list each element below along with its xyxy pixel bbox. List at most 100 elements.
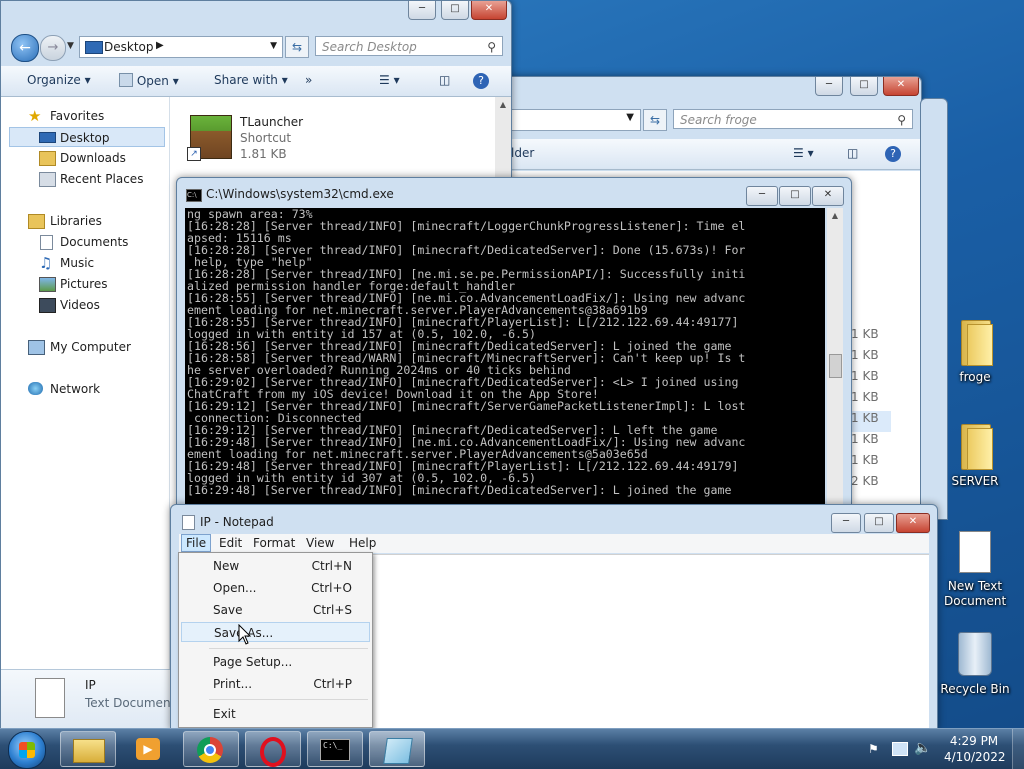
maximize-button[interactable]: □ bbox=[779, 186, 811, 206]
menu-item-new[interactable]: New Ctrl+N bbox=[181, 556, 370, 576]
nav-desktop[interactable]: Desktop bbox=[9, 127, 165, 147]
organize-button[interactable]: Organize ▾ bbox=[27, 73, 91, 87]
help-icon[interactable]: ? bbox=[473, 73, 489, 89]
refresh-icon[interactable]: ⇆ bbox=[643, 109, 667, 131]
address-dropdown-icon[interactable]: ▼ bbox=[270, 41, 277, 51]
close-button[interactable]: ✕ bbox=[812, 186, 844, 206]
menu-item-open[interactable]: Open... Ctrl+O bbox=[181, 578, 370, 598]
desktop-icon-server[interactable]: SERVER bbox=[938, 422, 1012, 488]
menu-item-print[interactable]: Print... Ctrl+P bbox=[181, 674, 370, 694]
view-options-icon[interactable]: ☰ ▾ bbox=[793, 146, 814, 160]
tray-flag-icon[interactable]: ⚑ bbox=[868, 742, 879, 756]
downloads-folder-icon bbox=[39, 151, 56, 166]
help-icon[interactable]: ? bbox=[885, 146, 901, 162]
menu-item-page-setup[interactable]: Page Setup... bbox=[181, 652, 370, 672]
nav-downloads[interactable]: Downloads bbox=[1, 148, 157, 168]
navigation-pane[interactable]: ★ Favorites Desktop Downloads Recent Pla… bbox=[1, 97, 170, 669]
minimize-button[interactable]: ─ bbox=[408, 1, 436, 20]
address-bar[interactable]: Desktop ▶ ▼ bbox=[79, 36, 283, 58]
minimize-button[interactable]: ─ bbox=[746, 186, 778, 206]
menu-separator bbox=[209, 699, 368, 700]
close-button[interactable]: ✕ bbox=[883, 77, 919, 96]
open-button[interactable]: Open ▾ bbox=[119, 73, 179, 88]
nav-libraries[interactable]: Libraries bbox=[1, 211, 157, 231]
desktop-icon bbox=[85, 41, 103, 54]
scroll-thumb[interactable] bbox=[829, 354, 842, 378]
address-bar[interactable]: ▼ bbox=[501, 109, 641, 131]
tray-network-icon[interactable] bbox=[892, 742, 908, 756]
nav-pictures[interactable]: Pictures bbox=[1, 274, 157, 294]
taskbar-chrome[interactable] bbox=[183, 731, 239, 767]
clock-date[interactable]: 4/10/2022 bbox=[944, 750, 1006, 764]
back-button[interactable]: ← bbox=[11, 34, 39, 62]
file-name: TLauncher bbox=[240, 115, 304, 129]
notepad-title: IP - Notepad bbox=[200, 515, 274, 529]
preview-pane-icon[interactable]: ◫ bbox=[439, 73, 450, 87]
preview-pane-icon[interactable]: ◫ bbox=[847, 146, 858, 160]
nav-videos[interactable]: Videos bbox=[1, 295, 157, 315]
more-commands-button[interactable]: » bbox=[305, 73, 312, 87]
forward-button[interactable]: → bbox=[40, 35, 66, 61]
menu-help[interactable]: Help bbox=[345, 534, 380, 552]
taskbar-notepad[interactable] bbox=[369, 731, 425, 767]
desktop-icon-new-text-document[interactable]: New Text Document bbox=[938, 531, 1012, 609]
maximize-button[interactable]: □ bbox=[864, 513, 894, 533]
explorer-folder-icon bbox=[73, 739, 105, 763]
taskbar-media-player[interactable]: ▶ bbox=[121, 731, 177, 767]
menu-edit[interactable]: Edit bbox=[215, 534, 246, 552]
cmd-window[interactable]: C:\ C:\Windows\system32\cmd.exe ─ □ ✕ ng… bbox=[176, 177, 852, 505]
show-desktop-button[interactable] bbox=[1012, 729, 1024, 769]
share-with-button[interactable]: Share with ▾ bbox=[214, 73, 288, 87]
toolbar-partial-label[interactable]: lder bbox=[511, 146, 534, 160]
maximize-button[interactable]: □ bbox=[850, 77, 878, 96]
file-type: Shortcut bbox=[240, 131, 292, 145]
clock-time[interactable]: 4:29 PM bbox=[944, 734, 1004, 748]
console-output[interactable]: ng spawn area: 73% [16:28:28] [Server thr… bbox=[185, 208, 825, 504]
minimize-button[interactable]: ─ bbox=[831, 513, 861, 533]
tray-volume-icon[interactable]: 🔈 bbox=[914, 740, 931, 756]
menu-view[interactable]: View bbox=[302, 534, 338, 552]
recent-places-icon bbox=[39, 172, 56, 187]
cmd-icon: C:\_ bbox=[320, 739, 350, 761]
address-text: Desktop bbox=[104, 40, 154, 54]
menu-item-exit[interactable]: Exit bbox=[181, 704, 370, 724]
list-item[interactable]: ↗ TLauncher Shortcut 1.81 KB bbox=[186, 111, 386, 165]
nav-recent-places[interactable]: Recent Places bbox=[1, 169, 157, 189]
menu-format[interactable]: Format bbox=[249, 534, 299, 552]
search-input[interactable]: Search froge ⚲ bbox=[673, 109, 913, 129]
menu-item-save-as[interactable]: Save As... bbox=[181, 622, 370, 642]
file-size: 1 KB bbox=[851, 432, 879, 446]
text-document-icon bbox=[959, 531, 991, 573]
search-input[interactable]: Search Desktop ⚲ bbox=[315, 36, 503, 56]
maximize-button[interactable]: □ bbox=[441, 1, 469, 20]
network-icon bbox=[28, 382, 43, 395]
taskbar-explorer[interactable] bbox=[60, 731, 116, 767]
nav-my-computer[interactable]: My Computer bbox=[1, 337, 157, 357]
nav-music[interactable]: ♫ Music bbox=[1, 253, 157, 273]
menu-item-save[interactable]: Save Ctrl+S bbox=[181, 600, 370, 620]
taskbar-opera[interactable] bbox=[245, 731, 301, 767]
file-menu-dropdown[interactable]: New Ctrl+N Open... Ctrl+O Save Ctrl+S Save … bbox=[178, 552, 373, 728]
menu-file[interactable]: File bbox=[181, 534, 212, 552]
start-button[interactable] bbox=[8, 731, 46, 769]
file-size: 1 KB bbox=[851, 369, 879, 383]
close-button[interactable]: ✕ bbox=[471, 1, 507, 20]
nav-network[interactable]: Network bbox=[1, 379, 157, 399]
minimize-button[interactable]: ─ bbox=[815, 77, 843, 96]
nav-documents[interactable]: Documents bbox=[1, 232, 157, 252]
console-scrollbar[interactable]: ▲ bbox=[827, 208, 843, 504]
view-options-icon[interactable]: ☰ ▾ bbox=[379, 73, 400, 87]
recent-pages-icon[interactable]: ▼ bbox=[67, 41, 74, 51]
desktop-icon-froge[interactable]: froge bbox=[938, 318, 1012, 384]
scroll-up-arrow-icon[interactable]: ▲ bbox=[827, 208, 843, 224]
file-size: 1 KB bbox=[851, 453, 879, 467]
refresh-icon[interactable]: ⇆ bbox=[285, 36, 309, 58]
nav-favorites[interactable]: ★ Favorites bbox=[1, 106, 157, 126]
cmd-title: C:\Windows\system32\cmd.exe bbox=[206, 187, 394, 201]
taskbar-cmd[interactable]: C:\_ bbox=[307, 731, 363, 767]
close-button[interactable]: ✕ bbox=[896, 513, 930, 533]
desktop-icon-label: New Text Document bbox=[944, 579, 1007, 608]
scroll-up-arrow-icon[interactable]: ▲ bbox=[495, 97, 511, 113]
music-icon: ♫ bbox=[39, 254, 53, 272]
desktop-icon-recycle-bin[interactable]: Recycle Bin bbox=[938, 632, 1012, 696]
